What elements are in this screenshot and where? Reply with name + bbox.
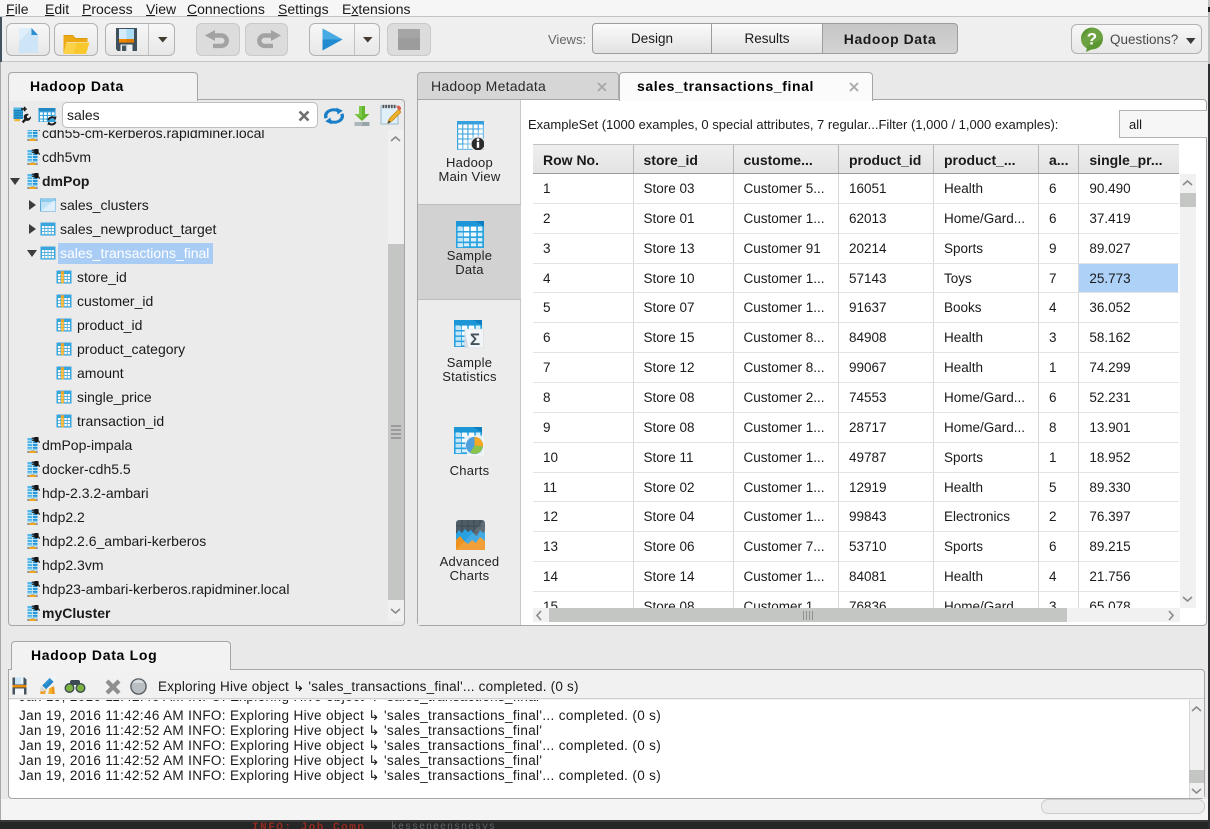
svg-text:Σ: Σ — [469, 330, 479, 349]
svg-text:?: ? — [1087, 30, 1097, 49]
